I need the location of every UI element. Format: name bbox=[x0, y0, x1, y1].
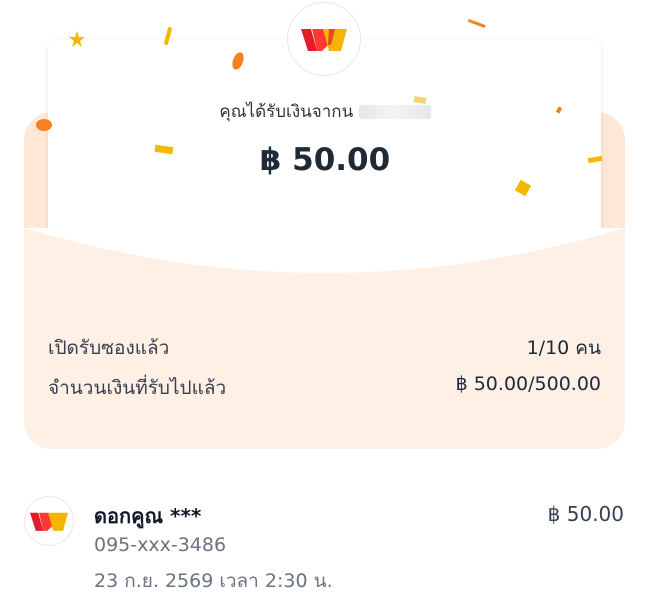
recipient-list-item[interactable]: ดอกคูณ *** 095-xxx-3486 23 ก.ย. 2569 เวล… bbox=[24, 492, 624, 592]
sender-line: คุณได้รับเงินจากน bbox=[0, 98, 650, 125]
recipient-phone: 095-xxx-3486 bbox=[94, 534, 227, 556]
received-value: ฿ 50.00/500.00 bbox=[455, 373, 601, 395]
truemoney-wallet-logo-icon bbox=[30, 512, 68, 531]
brand-logo bbox=[287, 2, 361, 76]
received-label: จำนวนเงินที่รับไปแล้ว bbox=[48, 377, 227, 399]
sender-name-blurred bbox=[358, 105, 431, 119]
received-row: จำนวนเงินที่รับไปแล้ว ฿ 50.00/500.00 bbox=[48, 373, 601, 403]
truemoney-wallet-logo-icon bbox=[301, 29, 347, 51]
recipient-datetime: 23 ก.ย. 2569 เวลา 2:30 น. bbox=[94, 570, 333, 592]
received-amount: ฿ 50.00 bbox=[259, 142, 391, 178]
opened-row: เปิดรับซองแล้ว 1/10 คน bbox=[48, 333, 601, 363]
recipient-amount: ฿ 50.00 bbox=[547, 502, 624, 526]
recipient-name: ดอกคูณ *** bbox=[94, 504, 202, 528]
sender-text: คุณได้รับเงินจากน bbox=[219, 102, 354, 122]
opened-value: 1/10 คน bbox=[526, 337, 601, 359]
opened-label: เปิดรับซองแล้ว bbox=[48, 337, 170, 359]
avatar bbox=[24, 496, 74, 546]
